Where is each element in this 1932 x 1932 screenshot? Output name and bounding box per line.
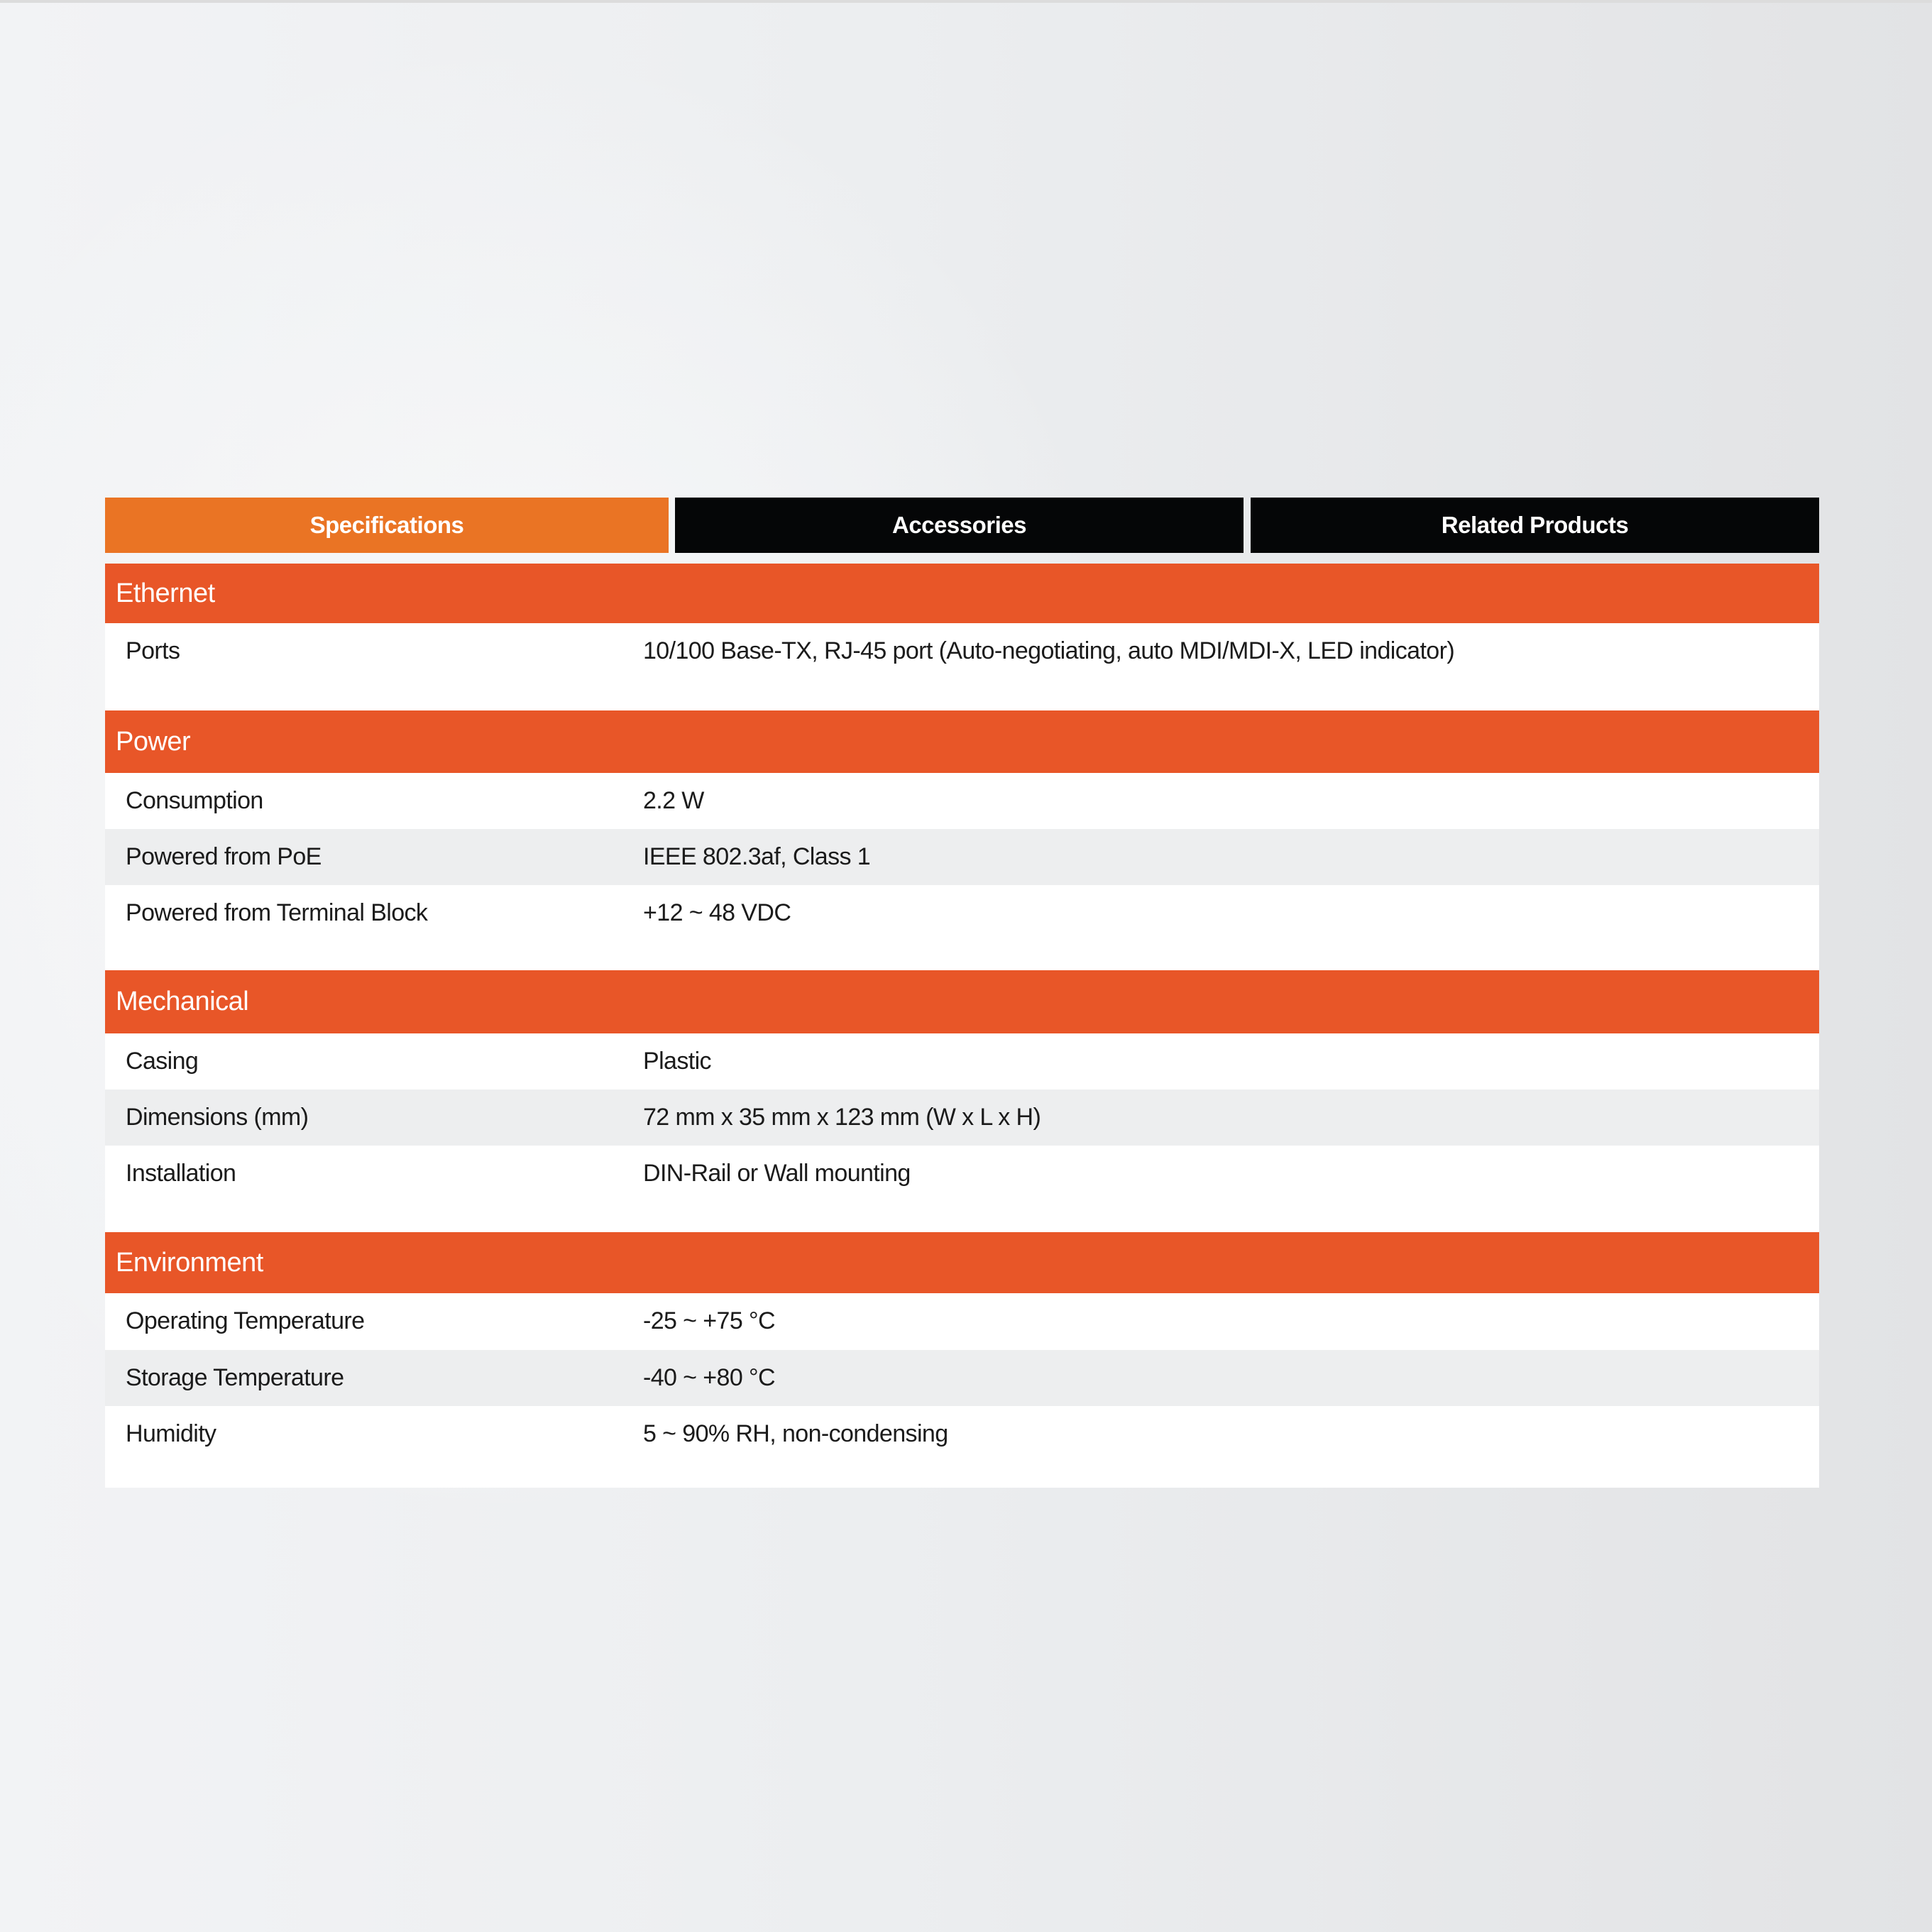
spec-label: Dimensions (mm)	[126, 1104, 309, 1131]
spec-label: Installation	[126, 1160, 236, 1187]
tab-label: Accessories	[892, 512, 1026, 538]
spec-label: Powered from PoE	[126, 843, 322, 870]
spec-value: Plastic	[643, 1048, 712, 1075]
spec-label: Consumption	[126, 787, 263, 814]
spec-row: Installation DIN-Rail or Wall mounting	[105, 1146, 1819, 1232]
spec-row: Humidity 5 ~ 90% RH, non-condensing	[105, 1406, 1819, 1488]
spec-label: Powered from Terminal Block	[126, 899, 428, 926]
section-title: Environment	[116, 1247, 263, 1278]
spec-row: Operating Temperature -25 ~ +75 °C	[105, 1293, 1819, 1350]
spec-row: Casing Plastic	[105, 1033, 1819, 1090]
spec-label: Casing	[126, 1048, 199, 1075]
section-header-power: Power	[105, 710, 1819, 773]
section-title: Power	[116, 726, 191, 757]
tab-related-products[interactable]: Related Products	[1251, 498, 1819, 553]
spec-label: Storage Temperature	[126, 1364, 344, 1391]
tab-label: Related Products	[1441, 512, 1629, 538]
tab-accessories[interactable]: Accessories	[675, 498, 1244, 553]
section-title: Mechanical	[116, 987, 249, 1016]
specifications-table: Ethernet Ports 10/100 Base-TX, RJ-45 por…	[105, 564, 1819, 1488]
spec-value: 72 mm x 35 mm x 123 mm (W x L x H)	[643, 1104, 1041, 1131]
section-header-mechanical: Mechanical	[105, 970, 1819, 1033]
spec-value: IEEE 802.3af, Class 1	[643, 843, 871, 870]
spec-row: Ports 10/100 Base-TX, RJ-45 port (Auto-n…	[105, 623, 1819, 710]
spec-value: +12 ~ 48 VDC	[643, 899, 791, 926]
spec-label: Ports	[126, 637, 180, 664]
spec-row: Consumption 2.2 W	[105, 773, 1819, 829]
spec-label: Humidity	[126, 1420, 216, 1447]
tab-bar: Specifications Accessories Related Produ…	[105, 498, 1819, 553]
spec-value: 5 ~ 90% RH, non-condensing	[643, 1420, 948, 1447]
spec-value: 10/100 Base-TX, RJ-45 port (Auto-negotia…	[643, 637, 1455, 664]
spec-value: -25 ~ +75 °C	[643, 1307, 776, 1334]
spec-row: Storage Temperature -40 ~ +80 °C	[105, 1350, 1819, 1406]
spec-row: Powered from PoE IEEE 802.3af, Class 1	[105, 829, 1819, 885]
spec-row: Dimensions (mm) 72 mm x 35 mm x 123 mm (…	[105, 1090, 1819, 1146]
spec-row: Powered from Terminal Block +12 ~ 48 VDC	[105, 885, 1819, 970]
section-header-ethernet: Ethernet	[105, 564, 1819, 623]
section-title: Ethernet	[116, 578, 215, 608]
spec-value: DIN-Rail or Wall mounting	[643, 1160, 911, 1187]
tab-label: Specifications	[309, 512, 464, 538]
spec-value: 2.2 W	[643, 787, 704, 814]
section-header-environment: Environment	[105, 1232, 1819, 1293]
spec-label: Operating Temperature	[126, 1307, 365, 1334]
top-edge-divider	[0, 0, 1932, 3]
tab-specifications[interactable]: Specifications	[105, 498, 669, 553]
spec-value: -40 ~ +80 °C	[643, 1364, 776, 1391]
